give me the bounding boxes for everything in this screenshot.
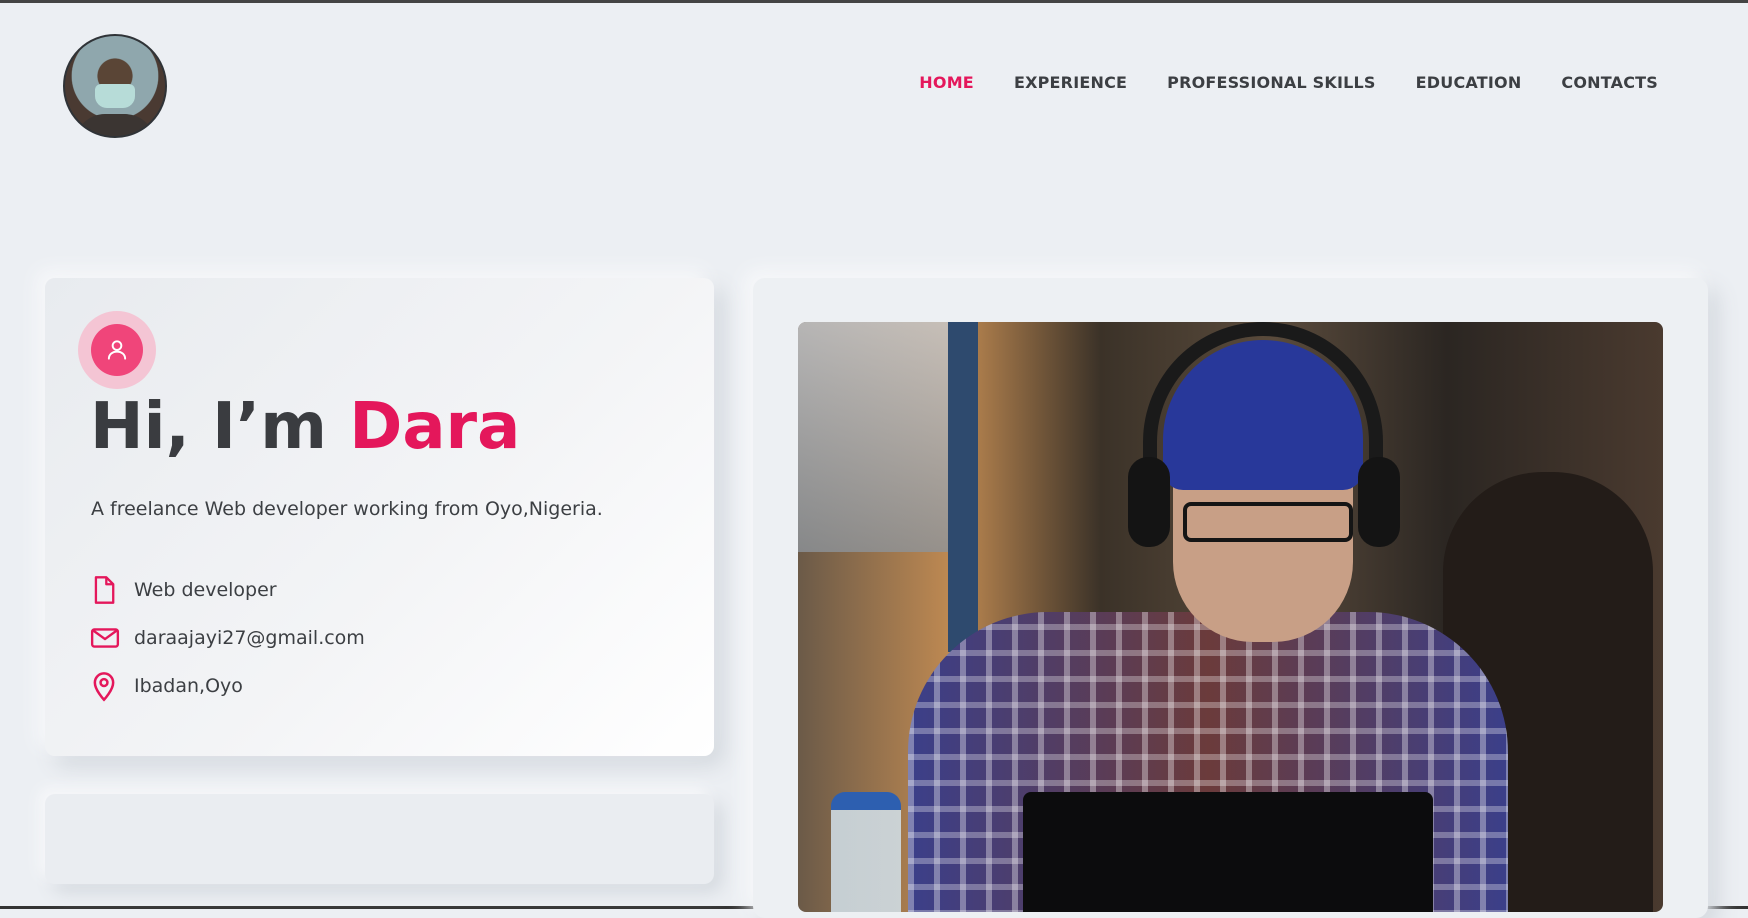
photo-laptop [1023,792,1433,912]
hero-tagline: A freelance Web developer working from O… [91,498,603,520]
photo-card [753,278,1708,918]
top-navigation: HOME EXPERIENCE PROFESSIONAL SKILLS EDUC… [919,73,1658,92]
avatar-shirt [75,114,155,136]
mail-icon [90,622,122,654]
intro-card: Hi, I’m Dara A freelance Web developer w… [45,278,714,756]
secondary-card [45,794,714,884]
detail-email-text[interactable]: daraajayi27@gmail.com [134,627,365,649]
avatar-face-mask [95,84,135,108]
nav-contacts[interactable]: CONTACTS [1561,73,1658,92]
photo-headphone-cup-right [1358,457,1400,547]
photo-headphone-cup-left [1128,457,1170,547]
nav-education[interactable]: EDUCATION [1416,73,1522,92]
contact-details: Web developer daraajayi27@gmail.com Ibad… [90,566,365,710]
detail-role-text: Web developer [134,579,277,601]
profile-avatar[interactable] [63,34,167,138]
headphones-icon [1143,322,1383,532]
document-icon [90,574,122,606]
hero-heading: Hi, I’m Dara [90,390,520,464]
hero-photo [798,322,1663,912]
photo-water-bottle [831,792,901,912]
detail-location: Ibadan,Oyo [90,662,365,710]
nav-experience[interactable]: EXPERIENCE [1014,73,1127,92]
nav-home[interactable]: HOME [919,73,974,92]
photo-window-frame [948,322,978,652]
hero-greeting: Hi, I’m [90,390,327,464]
detail-location-text: Ibadan,Oyo [134,675,243,697]
detail-role: Web developer [90,566,365,614]
hero-name: Dara [349,390,521,464]
nav-professional-skills[interactable]: PROFESSIONAL SKILLS [1167,73,1376,92]
location-pin-icon [90,670,122,702]
photo-window [798,322,968,552]
detail-email[interactable]: daraajayi27@gmail.com [90,614,365,662]
user-badge [78,311,156,389]
user-icon [91,324,143,376]
